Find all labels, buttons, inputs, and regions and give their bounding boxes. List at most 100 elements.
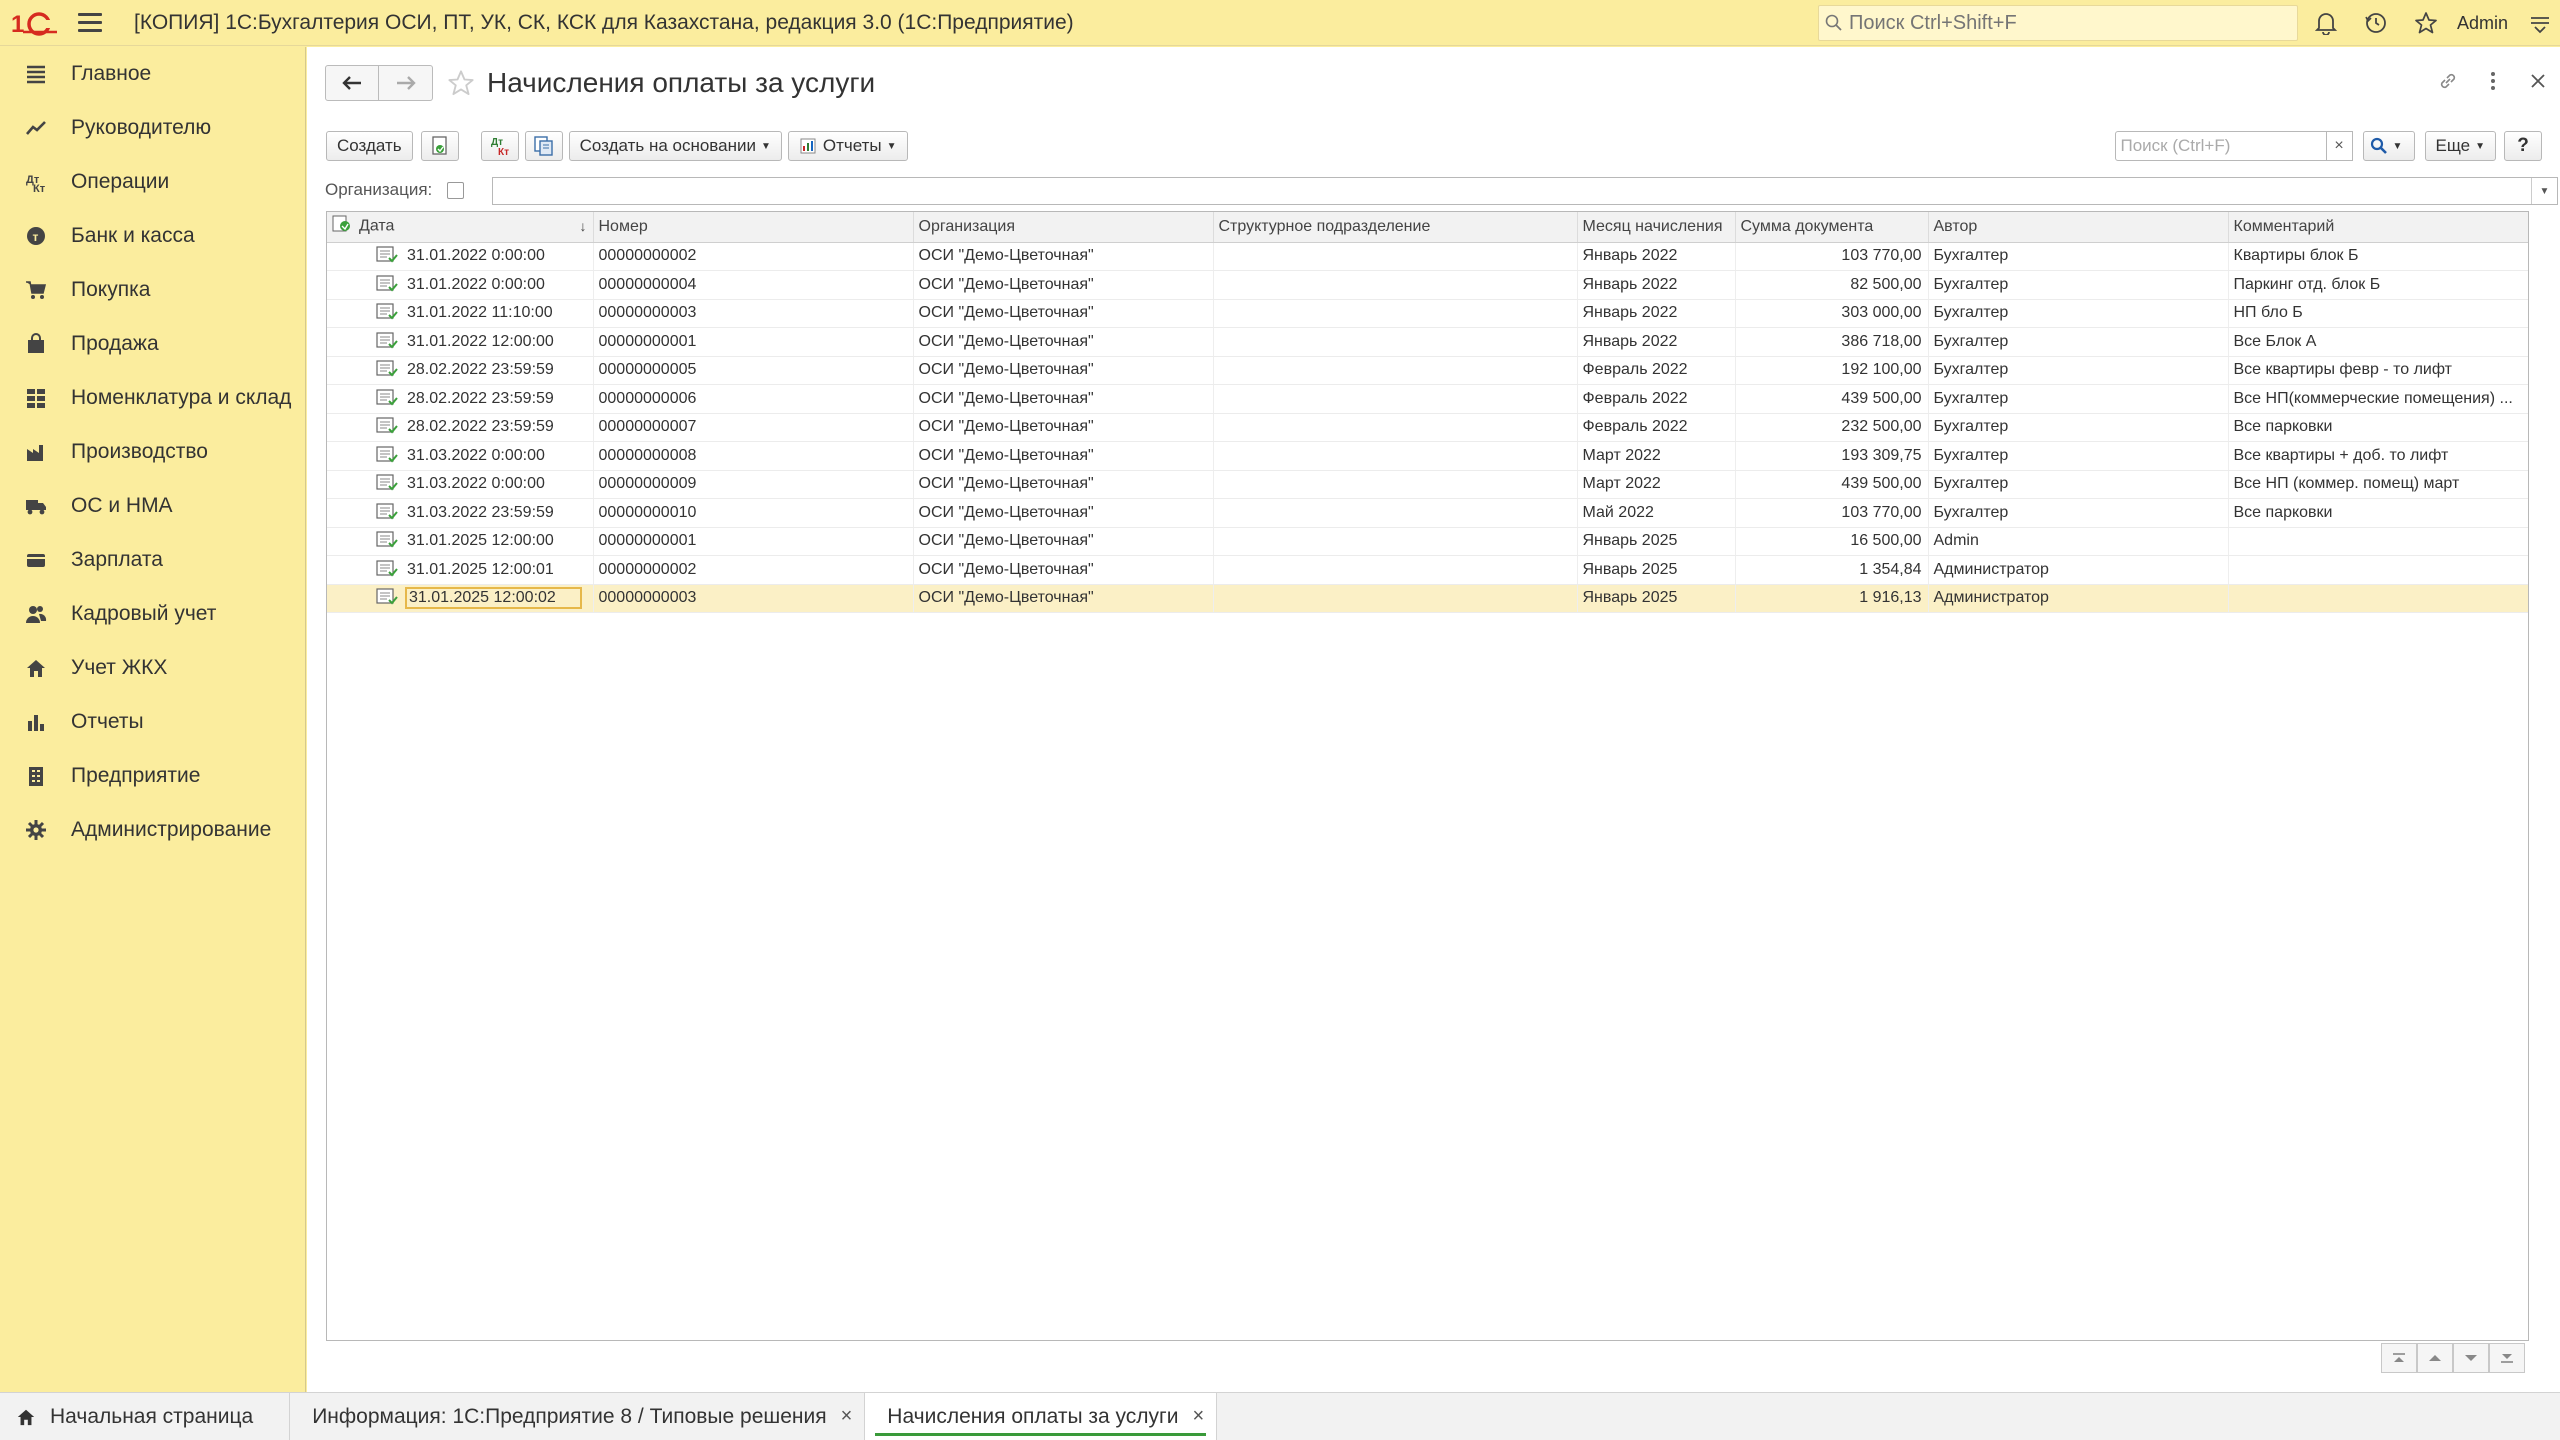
bell-icon[interactable]	[2301, 0, 2351, 46]
create-based-on-button[interactable]: Создать на основании ▼	[568, 131, 782, 161]
column-date[interactable]: Дата ↓	[327, 212, 594, 243]
cell-date[interactable]: 31.01.2022 11:10:00	[327, 299, 594, 328]
cell-comment[interactable]: Все квартиры + доб. то лифт	[2228, 441, 2528, 471]
sidebar-item-14[interactable]: Предприятие	[0, 749, 305, 803]
cell-comment[interactable]: НП бло Б	[2228, 299, 2528, 328]
cell-date[interactable]: 31.01.2025 12:00:00	[327, 527, 594, 556]
organization-filter-checkbox[interactable]	[447, 181, 465, 199]
cell-comment[interactable]	[2228, 527, 2528, 556]
1c-logo-icon[interactable]: 1	[6, 0, 62, 46]
structure-icon[interactable]	[524, 131, 563, 161]
favorite-star-icon[interactable]	[445, 67, 477, 99]
close-tab-icon[interactable]: ×	[841, 1405, 853, 1428]
sidebar-item-2[interactable]: Руководителю	[0, 101, 305, 155]
cell-month[interactable]: Январь 2025	[1577, 584, 1736, 613]
cell-author[interactable]: Бухгалтер	[1928, 270, 2229, 300]
cell-organization[interactable]: ОСИ "Демо-Цветочная"	[913, 242, 1214, 271]
cell-month[interactable]: Февраль 2022	[1577, 413, 1736, 442]
table-row[interactable]: 28.02.2022 23:59:59 00000000007 ОСИ "Демо-…	[327, 413, 2528, 442]
cell-department[interactable]	[1213, 242, 1578, 271]
cell-department[interactable]	[1213, 384, 1578, 414]
cell-month[interactable]: Январь 2022	[1577, 299, 1736, 328]
table-row[interactable]: 28.02.2022 23:59:59 00000000005 ОСИ "Демо-…	[327, 356, 2528, 385]
cell-number[interactable]: 00000000007	[593, 413, 914, 442]
cell-department[interactable]	[1213, 498, 1578, 528]
cell-date[interactable]: 31.03.2022 0:00:00	[327, 441, 594, 471]
table-row[interactable]: 31.01.2022 11:10:00 00000000003 ОСИ "Демо-…	[327, 299, 2528, 328]
cell-author[interactable]: Admin	[1928, 527, 2229, 556]
cell-number[interactable]: 00000000001	[593, 527, 914, 556]
table-row[interactable]: 31.03.2022 0:00:00 00000000009 ОСИ "Демо-Ц…	[327, 470, 2528, 499]
column-month[interactable]: Месяц начисления	[1577, 212, 1736, 243]
cell-department[interactable]	[1213, 356, 1578, 385]
cell-organization[interactable]: ОСИ "Демо-Цветочная"	[913, 299, 1214, 328]
cell-department[interactable]	[1213, 527, 1578, 556]
column-organization[interactable]: Организация	[913, 212, 1214, 243]
link-icon[interactable]	[2425, 61, 2470, 101]
clear-search-icon[interactable]: ×	[2326, 131, 2353, 161]
cell-number[interactable]: 00000000010	[593, 498, 914, 528]
cell-department[interactable]	[1213, 299, 1578, 328]
dt-kt-postings-icon[interactable]: Дт Кт	[480, 131, 519, 161]
cell-comment[interactable]: Все парковки	[2228, 413, 2528, 442]
cell-author[interactable]: Бухгалтер	[1928, 413, 2229, 442]
column-department[interactable]: Структурное подразделение	[1213, 212, 1578, 243]
table-row[interactable]: 31.01.2022 0:00:00 00000000004 ОСИ "Демо-Ц…	[327, 270, 2528, 300]
user-name[interactable]: Admin	[2457, 13, 2508, 34]
cell-organization[interactable]: ОСИ "Демо-Цветочная"	[913, 413, 1214, 442]
cell-month[interactable]: Февраль 2022	[1577, 384, 1736, 414]
cell-department[interactable]	[1213, 413, 1578, 442]
help-button[interactable]: ?	[2504, 131, 2542, 161]
cell-month[interactable]: Январь 2022	[1577, 327, 1736, 357]
cell-sum[interactable]: 1 916,13	[1735, 584, 1929, 613]
cell-department[interactable]	[1213, 470, 1578, 499]
more-button[interactable]: Еще ▼	[2424, 131, 2496, 161]
sidebar-item-3[interactable]: Дт Кт Операции	[0, 155, 305, 209]
create-button[interactable]: Создать	[326, 131, 413, 161]
cell-sum[interactable]: 16 500,00	[1735, 527, 1929, 556]
scroll-up-icon[interactable]	[2417, 1343, 2453, 1373]
cell-sum[interactable]: 303 000,00	[1735, 299, 1929, 328]
cell-comment[interactable]: Паркинг отд. блок Б	[2228, 270, 2528, 300]
close-icon[interactable]	[2515, 61, 2560, 101]
sidebar-item-15[interactable]: Администрирование	[0, 803, 305, 857]
cell-number[interactable]: 00000000001	[593, 327, 914, 357]
cell-author[interactable]: Бухгалтер	[1928, 470, 2229, 499]
cell-organization[interactable]: ОСИ "Демо-Цветочная"	[913, 470, 1214, 499]
sidebar-item-9[interactable]: ОС и НМА	[0, 479, 305, 533]
cell-comment[interactable]: Все парковки	[2228, 498, 2528, 528]
column-number[interactable]: Номер	[593, 212, 914, 243]
cell-organization[interactable]: ОСИ "Демо-Цветочная"	[913, 584, 1214, 613]
global-search-input[interactable]	[1849, 11, 2289, 35]
cell-author[interactable]: Администратор	[1928, 584, 2229, 613]
cell-date[interactable]: 28.02.2022 23:59:59	[327, 413, 594, 442]
cell-number[interactable]: 00000000009	[593, 470, 914, 499]
cell-author[interactable]: Бухгалтер	[1928, 441, 2229, 471]
cell-comment[interactable]: Все квартиры февр - то лифт	[2228, 356, 2528, 385]
cell-department[interactable]	[1213, 441, 1578, 471]
column-author[interactable]: Автор	[1928, 212, 2229, 243]
cell-sum[interactable]: 103 770,00	[1735, 242, 1929, 271]
sidebar-item-11[interactable]: Кадровый учет	[0, 587, 305, 641]
cell-date[interactable]: 31.01.2025 12:00:02	[327, 584, 594, 613]
cell-month[interactable]: Январь 2022	[1577, 270, 1736, 300]
table-row[interactable]: 31.01.2022 0:00:00 00000000002 ОСИ "Демо-Ц…	[327, 242, 2528, 271]
cell-month[interactable]: Январь 2022	[1577, 242, 1736, 271]
sidebar-item-4[interactable]: т Банк и касса	[0, 209, 305, 263]
window-tab-3[interactable]: Начисления оплаты за услуги ×	[865, 1393, 1218, 1440]
sidebar-item-13[interactable]: Отчеты	[0, 695, 305, 749]
cell-number[interactable]: 00000000004	[593, 270, 914, 300]
favorites-star-icon[interactable]	[2401, 0, 2451, 46]
back-button[interactable]	[325, 65, 379, 101]
column-comment[interactable]: Комментарий	[2228, 212, 2528, 243]
cell-comment[interactable]: Все НП(коммерческие помещения) ...	[2228, 384, 2528, 414]
cell-number[interactable]: 00000000003	[593, 299, 914, 328]
table-row[interactable]: 31.01.2025 12:00:00 00000000001 ОСИ "Демо-…	[327, 527, 2528, 556]
cell-author[interactable]: Бухгалтер	[1928, 242, 2229, 271]
cell-department[interactable]	[1213, 327, 1578, 357]
close-tab-icon[interactable]: ×	[1192, 1405, 1204, 1428]
global-search[interactable]	[1818, 5, 2298, 41]
cell-author[interactable]: Бухгалтер	[1928, 384, 2229, 414]
cell-sum[interactable]: 439 500,00	[1735, 470, 1929, 499]
cell-organization[interactable]: ОСИ "Демо-Цветочная"	[913, 270, 1214, 300]
